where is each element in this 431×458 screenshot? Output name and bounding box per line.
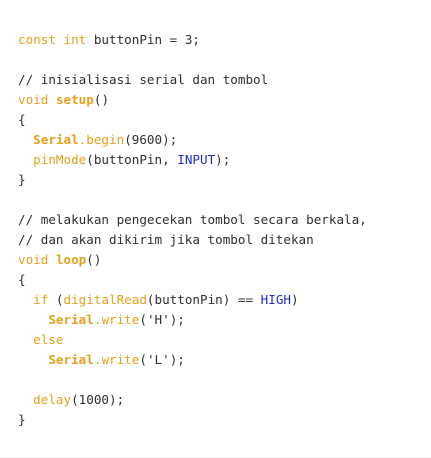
- code-line-loop: void loop(): [18, 250, 367, 270]
- args-text: (1000);: [71, 392, 125, 407]
- brace-text: }: [18, 172, 26, 187]
- code-line-const: const int buttonPin = 3;: [18, 30, 367, 50]
- args-start-text: (buttonPin,: [86, 152, 178, 167]
- args-text: (buttonPin) ==: [146, 292, 261, 307]
- brace-text: }: [18, 412, 26, 427]
- code-line-comment: // melakukan pengecekan tombol secara be…: [18, 210, 367, 230]
- function-begin: begin: [86, 132, 125, 147]
- paren-text: ): [291, 292, 299, 307]
- code-line-else: else: [18, 330, 367, 350]
- serial-object: Serial: [48, 352, 94, 367]
- code-line-brace-close: }: [18, 170, 367, 190]
- function-write: write: [101, 352, 140, 367]
- args-text: (9600);: [124, 132, 178, 147]
- code-line-brace-open: {: [18, 110, 367, 130]
- args-text: ('L');: [139, 352, 185, 367]
- code-line-write-h: Serial.write('H');: [18, 310, 367, 330]
- comment-text: // melakukan pengecekan tombol secara be…: [18, 212, 367, 227]
- args-text: ('H');: [139, 312, 185, 327]
- brace-text: {: [18, 272, 26, 287]
- code-line-write-l: Serial.write('L');: [18, 350, 367, 370]
- code-line-pinmode: pinMode(buttonPin, INPUT);: [18, 150, 367, 170]
- constant-high: HIGH: [260, 292, 291, 307]
- paren-text: (: [48, 292, 64, 307]
- paren-text: (): [93, 92, 110, 107]
- function-name-loop: loop: [55, 252, 87, 267]
- code-line-serial-begin: Serial.begin(9600);: [18, 130, 367, 150]
- function-pinmode: pinMode: [33, 152, 87, 167]
- code-line-if: if (digitalRead(buttonPin) == HIGH): [18, 290, 367, 310]
- keyword-else: else: [33, 332, 64, 347]
- code-line-brace-close: }: [18, 410, 367, 430]
- keyword-if: if: [33, 292, 49, 307]
- keyword-void: void: [18, 92, 49, 107]
- function-write: write: [101, 312, 140, 327]
- function-delay: delay: [33, 392, 72, 407]
- code-line-comment: // dan akan dikirim jika tombol ditekan: [18, 230, 367, 250]
- code-line-brace-open: {: [18, 270, 367, 290]
- brace-text: {: [18, 112, 26, 127]
- code-block: const int buttonPin = 3; // inisialisasi …: [18, 30, 367, 430]
- keyword-void: void: [18, 252, 49, 267]
- code-line-setup: void setup(): [18, 90, 367, 110]
- serial-object: Serial: [33, 132, 79, 147]
- declaration-text: buttonPin = 3;: [86, 32, 200, 47]
- code-line-delay: delay(1000);: [18, 390, 367, 410]
- constant-input: INPUT: [177, 152, 216, 167]
- keyword-const: const: [18, 32, 56, 47]
- paren-text: (): [86, 252, 102, 267]
- function-digitalread: digitalRead: [63, 292, 147, 307]
- serial-object: Serial: [48, 312, 94, 327]
- function-name-setup: setup: [55, 92, 94, 107]
- args-end-text: );: [215, 152, 231, 167]
- code-card: const int buttonPin = 3; // inisialisasi …: [0, 0, 431, 458]
- comment-text: // inisialisasi serial dan tombol: [18, 72, 269, 87]
- comment-text: // dan akan dikirim jika tombol ditekan: [18, 232, 314, 247]
- keyword-int: int: [63, 32, 87, 47]
- code-line-comment: // inisialisasi serial dan tombol: [18, 70, 367, 90]
